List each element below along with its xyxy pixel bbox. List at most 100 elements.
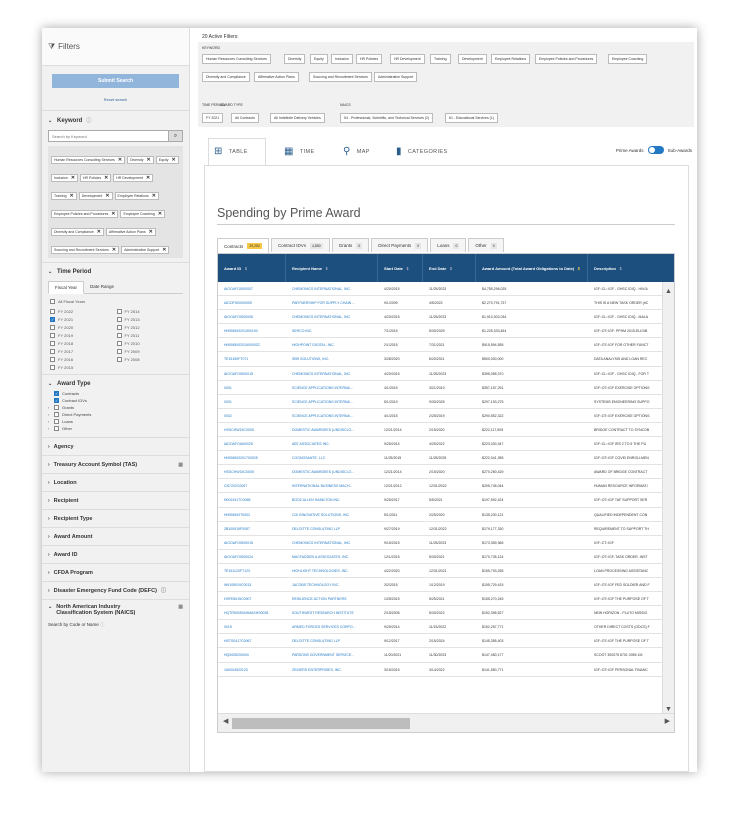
active-filter-chip[interactable]: FY 2021 — [202, 113, 224, 123]
keyword-chip[interactable]: Human Resources Consulting Services ✕ — [51, 156, 126, 164]
award-tab[interactable]: Loans 0 — [430, 238, 467, 252]
recipient-link[interactable]: RESILIENCE ACTION PARTNERS — [286, 592, 378, 606]
filter-section-toggle[interactable]: › Award Amount — [42, 527, 189, 545]
column-header[interactable]: Recipient Name ⇕ — [286, 254, 378, 282]
award-id-link[interactable]: 1A0004520123 — [218, 663, 286, 677]
recipient-link[interactable]: ABT ASSOCIATES INC. — [286, 437, 378, 451]
recipient-link[interactable]: COGNOSANTE, LLC — [286, 451, 378, 465]
column-header[interactable]: End Date ⇕ — [423, 254, 476, 282]
tab-fiscal-year[interactable]: Fiscal Year — [48, 281, 85, 294]
filter-section-toggle[interactable]: › Recipient — [42, 491, 189, 509]
award-type-checkbox[interactable]: Contract IDVs — [48, 398, 183, 403]
active-filter-chip[interactable]: 54 - Professional, Scientific, and Techn… — [340, 113, 434, 123]
award-id-link[interactable]: HSTS0417C0067 — [218, 634, 286, 648]
active-filter-chip[interactable]: Administrative Support — [374, 72, 418, 82]
award-id-link[interactable]: HHSM500201600002C — [218, 338, 286, 352]
fiscal-year-checkbox[interactable]: FY 2011 — [116, 333, 184, 338]
award-id-link[interactable]: AIDOFSI000000S — [218, 296, 286, 310]
fiscal-year-checkbox[interactable]: FY 2008 — [116, 357, 184, 362]
keyword-search-input[interactable] — [48, 130, 169, 142]
award-id-link[interactable]: HSSCHW15C0005 — [218, 465, 286, 479]
fiscal-year-checkbox[interactable]: FY 2020 — [50, 325, 117, 330]
award-id-link[interactable]: W9105019C0013 — [218, 578, 286, 592]
keyword-chip[interactable]: Employee Policies and Procedures ✕ — [51, 210, 119, 218]
active-filter-chip[interactable]: Equity — [310, 54, 328, 64]
column-header[interactable]: Award Amount (Total Award Obligations to… — [476, 254, 588, 282]
scroll-thumb[interactable] — [232, 718, 410, 729]
recipient-link[interactable]: HIGHPOINT DIGITAL, INC. — [286, 338, 378, 352]
award-tab[interactable]: Direct Payments 0 — [371, 238, 429, 252]
recipient-link[interactable]: BOOZ ALLEN HAMILTON INC. — [286, 493, 378, 507]
award-type-checkbox[interactable]: › Other — [48, 426, 183, 431]
column-header[interactable]: Start Date ⇕ — [378, 254, 423, 282]
recipient-link[interactable]: HIGHLIGHT TECHNOLOGIES, INC. — [286, 564, 378, 578]
close-icon[interactable]: ✕ — [112, 247, 116, 253]
recipient-link[interactable]: ZEIDERS ENTERPRISES, INC. — [286, 663, 378, 677]
keyword-chip[interactable]: Employee Relations ✕ — [114, 192, 159, 200]
award-id-link[interactable]: 0002 — [218, 409, 286, 423]
active-filter-chip[interactable]: All Contracts — [231, 113, 259, 123]
recipient-link[interactable]: DELOITTE CONSULTING LLP — [286, 522, 378, 536]
recipient-link[interactable]: DOMESTIC AWARDEES (UNDISCLO... — [286, 423, 378, 437]
active-filter-chip[interactable]: Employee Relations — [491, 54, 531, 64]
recipient-link[interactable]: INTERNATIONAL BUSINESS MACH... — [286, 479, 378, 493]
active-filter-chip[interactable]: 61 - Educational Services (1) — [445, 113, 498, 123]
close-icon[interactable]: ✕ — [71, 175, 75, 181]
active-filter-chip[interactable]: All Indefinite Delivery Vehicles — [270, 113, 325, 123]
recipient-link[interactable]: CHEMONICS INTERNATIONAL, INC. — [286, 367, 378, 381]
vertical-scrollbar[interactable]: ▲ ▼ — [662, 282, 674, 715]
close-icon[interactable]: ✕ — [162, 247, 166, 253]
award-id-link[interactable]: AIOOAFOIS00006 — [218, 310, 286, 324]
active-filter-chip[interactable]: HR Development — [390, 54, 425, 64]
fiscal-year-checkbox[interactable]: FY 2014 — [116, 309, 184, 314]
award-id-link[interactable]: HSSCHW15C0005 — [218, 423, 286, 437]
keyword-chip[interactable]: Affirmative Action Plans ✕ — [105, 228, 156, 236]
filter-section-toggle[interactable]: › CFDA Program — [42, 563, 189, 581]
keyword-chip[interactable]: Equity ✕ — [155, 156, 179, 164]
recipient-link[interactable]: DOMESTIC AWARDEES (UNDISCLO... — [286, 465, 378, 479]
prime-sub-toggle[interactable] — [647, 146, 664, 154]
naics-section-toggle[interactable]: ⌄ North American Industry Classification… — [42, 599, 189, 620]
column-header[interactable]: Award ID ⇕ — [218, 254, 286, 282]
recipient-link[interactable]: JACOBS TECHNOLOGY INC. — [286, 578, 378, 592]
search-icon[interactable]: ⌕ — [169, 130, 183, 142]
recipient-link[interactable]: SCIENCE APPLICATIONS INTERNA... — [286, 381, 378, 395]
award-tab[interactable]: Contract IDVs 4,850 — [270, 238, 330, 252]
award-id-link[interactable]: AIOOAFOIS00015 — [218, 536, 286, 550]
recipient-link[interactable]: CGI INNOVATIVE SOLUTIONS, INC. — [286, 508, 378, 522]
time-period-toggle[interactable]: ⌄ Time Period — [48, 269, 183, 275]
award-id-link[interactable]: HSFE6015C0007 — [218, 592, 286, 606]
active-filter-chip[interactable]: HR Policies — [356, 54, 383, 64]
close-icon[interactable]: ✕ — [147, 157, 151, 163]
tab-date-range[interactable]: Date Range — [84, 281, 120, 293]
scroll-down-icon[interactable]: ▼ — [665, 706, 672, 713]
recipient-link[interactable]: DELOITTE CONSULTING LLP — [286, 634, 378, 648]
award-tab[interactable]: Contracts 29,252 — [217, 238, 269, 253]
active-filter-chip[interactable]: Employee Policies and Procedures — [535, 54, 598, 64]
recipient-link[interactable]: SBR SOLUTIONS, INC. — [286, 352, 378, 366]
fiscal-year-checkbox[interactable]: FY 2015 — [50, 365, 117, 370]
scroll-left-icon[interactable]: ◀ — [223, 717, 228, 725]
recipient-link[interactable]: SERCO INC. — [286, 324, 378, 338]
fiscal-year-checkbox[interactable]: FY 2017 — [50, 349, 117, 354]
tab-categories[interactable]: ▮ CATEGORIES — [396, 146, 448, 157]
recipient-link[interactable]: MACFADDEN & ASSOCIATES, INC. — [286, 550, 378, 564]
submit-search-button[interactable]: Submit Search — [52, 74, 179, 88]
filter-section-toggle[interactable]: › Location — [42, 473, 189, 491]
fiscal-year-checkbox[interactable]: FY 2009 — [116, 349, 184, 354]
filter-section-toggle[interactable]: › Treasury Account Symbol (TAS) ▦ — [42, 455, 189, 473]
recipient-link[interactable]: SOUTHWEST RESEARCH INSTITUTE — [286, 606, 378, 620]
close-icon[interactable]: ✕ — [97, 229, 101, 235]
fiscal-year-checkbox[interactable]: FY 2013 — [116, 317, 184, 322]
award-type-checkbox[interactable]: › Direct Payments — [48, 412, 183, 417]
award-id-link[interactable]: N0019417C0065 — [218, 493, 286, 507]
award-tab[interactable]: Other 0 — [468, 238, 504, 252]
active-filter-chip[interactable]: Sourcing and Recruitment Services — [309, 72, 372, 82]
active-filter-chip[interactable]: Inclusion — [331, 54, 353, 64]
active-filter-chip[interactable]: Diversity — [284, 54, 306, 64]
filter-section-toggle[interactable]: › Disaster Emergency Fund Code (DEFC) ⓘ — [42, 581, 189, 599]
award-id-link[interactable]: AIDOAFOIA00025 — [218, 437, 286, 451]
active-filter-chip[interactable]: Training — [430, 54, 451, 64]
award-type-checkbox[interactable]: › Grants — [48, 405, 183, 410]
fiscal-year-checkbox[interactable]: FY 2019 — [50, 333, 117, 338]
